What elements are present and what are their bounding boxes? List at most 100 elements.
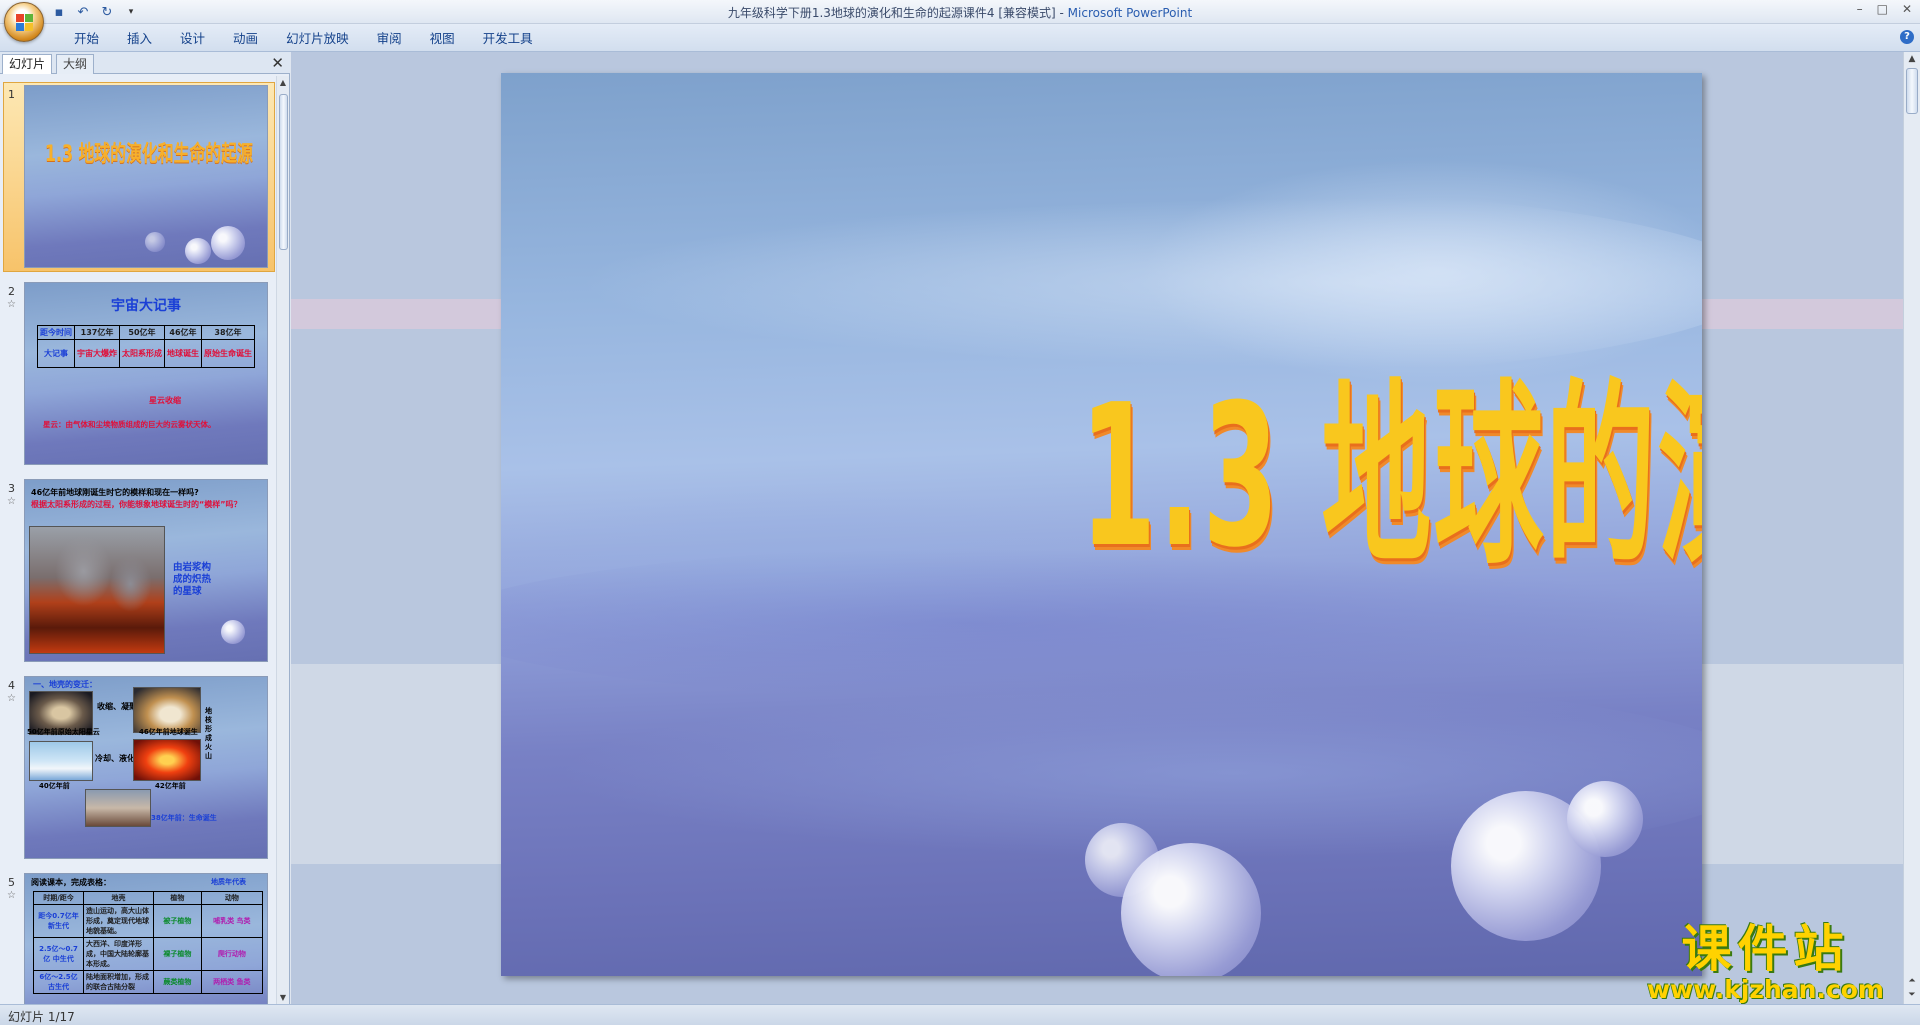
watermark-url: www.kjzhan.com [1647, 975, 1884, 1004]
table-cell: 宇宙大爆炸 [74, 339, 120, 368]
ribbon: 开始 插入 设计 动画 幻灯片放映 审阅 视图 开发工具 ? [0, 24, 1920, 52]
table-cell: 大西洋、印度洋形成，中国大陆轮廓基本形成。 [83, 937, 154, 971]
maximize-button[interactable]: □ [1877, 2, 1888, 16]
tab-insert[interactable]: 插入 [113, 30, 166, 48]
slide-number: 3 [8, 482, 15, 495]
sphere-decoration [185, 238, 211, 264]
table-cell: 6亿～2.5亿 古生代 [33, 970, 84, 994]
tab-home[interactable]: 开始 [60, 30, 113, 48]
slides-panel: 幻灯片 大纲 ✕ 1 1.3 地球的演化和生命的起源 2 ☆ 宇宙大记事 距今时… [0, 52, 290, 1004]
editor-scrollbar[interactable]: ▲ ⏶ ⏷ [1903, 52, 1920, 1004]
table-cell: 蕨类植物 [153, 970, 202, 994]
document-title: 九年级科学下册1.3地球的演化和生命的起源课件4 [兼容模式] - [727, 6, 1068, 20]
sphere-decoration [1567, 781, 1643, 857]
thumb-heading: 阅读课本，完成表格： [31, 878, 111, 887]
table-cell: 两栖类 鱼类 [200, 970, 264, 994]
slide-number: 4 [8, 679, 15, 692]
tab-slides[interactable]: 幻灯片 [2, 54, 53, 74]
slide-number: 1 [8, 88, 15, 101]
slide-thumbnail-frame: 1.3 地球的演化和生命的起源 [24, 85, 268, 268]
thumb-label: 收缩、凝聚 [97, 702, 137, 711]
table-cell: 地球诞生 [164, 339, 202, 368]
table-cell: 46亿年 [164, 325, 202, 340]
thumbnail-slide-3[interactable]: 3 ☆ 46亿年前地球刚诞生时它的模样和现在一样吗? 根据太阳系形成的过程，你能… [0, 476, 276, 666]
table-cell: 哺乳类 鸟类 [200, 904, 264, 938]
table-cell: 137亿年 [74, 325, 120, 340]
slide-number: 2 [8, 285, 15, 298]
window-title: 九年级科学下册1.3地球的演化和生命的起源课件4 [兼容模式] - Micros… [0, 4, 1920, 21]
slide-title-text: 1.3 地球的演化和生命的起源 [1079, 363, 1702, 591]
table-cell: 距今0.7亿年 新生代 [33, 904, 84, 938]
title-bar: ▪ ↶ ↻ ▾ 九年级科学下册1.3地球的演化和生命的起源课件4 [兼容模式] … [0, 0, 1920, 42]
tab-slideshow[interactable]: 幻灯片放映 [272, 30, 363, 48]
table-cell: 植物 [153, 891, 202, 905]
scrollbar-thumb[interactable] [1906, 68, 1918, 114]
thumbnail-slide-4[interactable]: 4 ☆ 一、地壳的变迁： 收缩、凝聚 50亿年前原始太阳星云 46亿年前地球诞生… [0, 673, 276, 863]
status-bar: 幻灯片 1/17 [0, 1004, 1920, 1025]
table-cell: 时期/距今 [33, 891, 84, 905]
table-cell: 地壳 [83, 891, 154, 905]
tab-outline[interactable]: 大纲 [56, 54, 95, 74]
table-cell: 陆地面积增加，形成的联合古陆分裂 [83, 970, 154, 994]
thumb-note: 星云：由气体和尘埃物质组成的巨大的云雾状天体。 [43, 420, 216, 429]
slide-thumbnail-frame: 一、地壳的变迁： 收缩、凝聚 50亿年前原始太阳星云 46亿年前地球诞生 地核形… [24, 676, 268, 859]
table-cell: 距今时间 [37, 325, 75, 340]
thumb-corner-label: 地质年代表 [211, 878, 246, 886]
slide-thumbnail-frame: 46亿年前地球刚诞生时它的模样和现在一样吗? 根据太阳系形成的过程，你能想象地球… [24, 479, 268, 662]
thumb-question: 46亿年前地球刚诞生时它的模样和现在一样吗? [31, 488, 199, 497]
table-cell: 被子植物 [153, 904, 202, 938]
panel-close-icon[interactable]: ✕ [271, 54, 284, 72]
thumb-title: 宇宙大记事 [111, 298, 181, 314]
slide-thumbnail-frame: 宇宙大记事 距今时间 137亿年 50亿年 46亿年 38亿年 大记事 宇宙大爆… [24, 282, 268, 465]
watermark-logo: 课件站 www.kjzhan.com [1647, 921, 1884, 1003]
slide-counter: 幻灯片 1/17 [8, 1010, 75, 1024]
minimize-button[interactable]: – [1857, 2, 1863, 16]
table-cell: 造山运动，高大山体形成，奠定现代地球地貌基础。 [83, 904, 154, 938]
panel-scrollbar[interactable]: ▲ ▼ [276, 76, 289, 1004]
ocean-image [29, 741, 93, 781]
thumb-title: 1.3 地球的演化和生命的起源 [45, 142, 253, 167]
slide-title[interactable]: 1.3 地球的演化和生命的起源 [501, 318, 1702, 601]
thumbnail-list: 1 1.3 地球的演化和生命的起源 2 ☆ 宇宙大记事 距今时间 137亿年 5… [0, 76, 276, 1004]
thumb-caption: 星云收缩 [149, 396, 181, 405]
thumb-side-label: 地核形成火山 [205, 707, 212, 760]
ribbon-tabs: 开始 插入 设计 动画 幻灯片放映 审阅 视图 开发工具 [60, 30, 547, 48]
sphere-decoration [221, 620, 245, 644]
scroll-down-icon[interactable]: ▼ [277, 993, 289, 1002]
table-cell: 50亿年 [119, 325, 165, 340]
thumb-label: 冷却、液化 [95, 754, 135, 763]
table-cell: 动物 [200, 891, 264, 905]
slide-thumbnail-frame: 阅读课本，完成表格： 地质年代表 时期/距今 地壳 植物 动物 距今0.7亿年 … [24, 873, 268, 1004]
tab-design[interactable]: 设计 [166, 30, 219, 48]
animation-star-icon: ☆ [7, 693, 16, 704]
table-cell: 太阳系形成 [119, 339, 165, 368]
animation-star-icon: ☆ [7, 890, 16, 901]
next-slide-icon[interactable]: ⏷ [1904, 990, 1920, 1000]
thumb-label: 38亿年前：生命诞生 [151, 814, 217, 822]
tab-animations[interactable]: 动画 [219, 30, 272, 48]
scrollbar-thumb[interactable] [279, 94, 288, 250]
tab-developer[interactable]: 开发工具 [469, 30, 547, 48]
tab-view[interactable]: 视图 [416, 30, 469, 48]
scroll-up-icon[interactable]: ▲ [1904, 54, 1920, 64]
table-cell: 爬行动物 [200, 937, 264, 971]
thumb-label: 由岩浆构成的炽热的星球 [173, 562, 212, 597]
tab-review[interactable]: 审阅 [363, 30, 416, 48]
current-slide[interactable]: 1.3 地球的演化和生命的起源 [501, 73, 1702, 976]
office-logo-icon [16, 14, 34, 32]
slide-number: 5 [8, 876, 15, 889]
thumbnail-slide-2[interactable]: 2 ☆ 宇宙大记事 距今时间 137亿年 50亿年 46亿年 38亿年 大记事 … [0, 279, 276, 469]
sphere-decoration [145, 232, 165, 252]
thumbnail-slide-5[interactable]: 5 ☆ 阅读课本，完成表格： 地质年代表 时期/距今 地壳 植物 动物 距今0.… [0, 870, 276, 1004]
thumb-label: 46亿年前地球诞生 [139, 728, 198, 736]
thumb-table: 时期/距今 地壳 植物 动物 距今0.7亿年 新生代 造山运动，高大山体形成，奠… [33, 891, 264, 994]
lava-image [29, 526, 165, 654]
thumb-heading: 一、地壳的变迁： [33, 680, 97, 689]
help-icon[interactable]: ? [1900, 30, 1914, 44]
previous-slide-icon[interactable]: ⏶ [1904, 976, 1920, 986]
close-button[interactable]: ✕ [1902, 2, 1912, 16]
thumb-table: 距今时间 137亿年 50亿年 46亿年 38亿年 大记事 宇宙大爆炸 太阳系形… [37, 325, 255, 368]
office-button[interactable] [4, 2, 44, 42]
thumbnail-slide-1[interactable]: 1 1.3 地球的演化和生命的起源 [0, 82, 276, 272]
scroll-up-icon[interactable]: ▲ [277, 78, 289, 87]
